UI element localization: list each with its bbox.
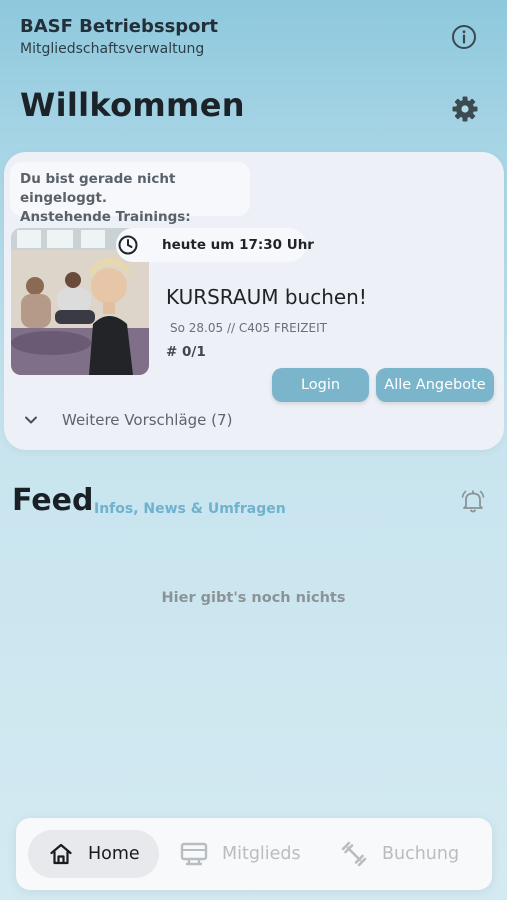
feed-empty-message: Hier gibt's noch nichts — [161, 590, 346, 606]
settings-button[interactable] — [451, 95, 479, 123]
all-offers-button[interactable]: Alle Angebote — [376, 368, 494, 402]
nav-label-booking: Buchung — [382, 844, 460, 864]
chevron-down-icon — [25, 416, 37, 424]
upcoming-trainings-label: Anstehende Trainings: — [20, 209, 191, 225]
home-icon — [50, 843, 72, 865]
bell-icon — [461, 490, 485, 513]
app-subtitle: Mitgliedschaftsverwaltung — [20, 41, 205, 57]
login-button[interactable]: Login — [272, 368, 369, 402]
more-suggestions-label: Weitere Vorschläge (7) — [62, 411, 233, 429]
login-status-bubble: Du bist gerade nicht eingeloggt. Anstehe… — [10, 162, 250, 225]
nav-fade-overlay — [466, 818, 492, 890]
clock-icon — [118, 235, 138, 255]
course-count: # 0/1 — [166, 344, 206, 360]
nav-item-home[interactable]: Home — [28, 830, 159, 878]
bottom-navigation: Home Mitglieds Buchung — [16, 818, 492, 890]
info-icon — [452, 25, 476, 49]
notifications-button[interactable] — [459, 487, 487, 515]
more-suggestions-toggle[interactable]: Weitere Vorschläge (7) — [24, 408, 232, 432]
page-title: Willkommen — [20, 86, 245, 124]
feed-subtitle: Infos, News & Umfragen — [94, 501, 286, 517]
nav-label-home: Home — [88, 844, 140, 864]
dumbbell-icon — [341, 841, 367, 867]
gear-icon — [452, 96, 478, 122]
app-title: BASF Betriebssport — [20, 16, 219, 37]
training-time: heute um 17:30 Uhr — [162, 237, 314, 253]
nav-item-membership[interactable]: Mitglieds — [178, 830, 318, 878]
nav-label-membership: Mitglieds — [222, 844, 301, 864]
membership-card-icon — [180, 842, 208, 866]
info-button[interactable] — [451, 24, 477, 50]
course-title[interactable]: KURSRAUM buchen! — [166, 285, 367, 309]
login-status-text: Du bist gerade nicht eingeloggt. — [20, 171, 176, 206]
feed-title: Feed — [12, 483, 94, 518]
course-meta: So 28.05 // C405 FREIZEIT — [170, 321, 327, 335]
